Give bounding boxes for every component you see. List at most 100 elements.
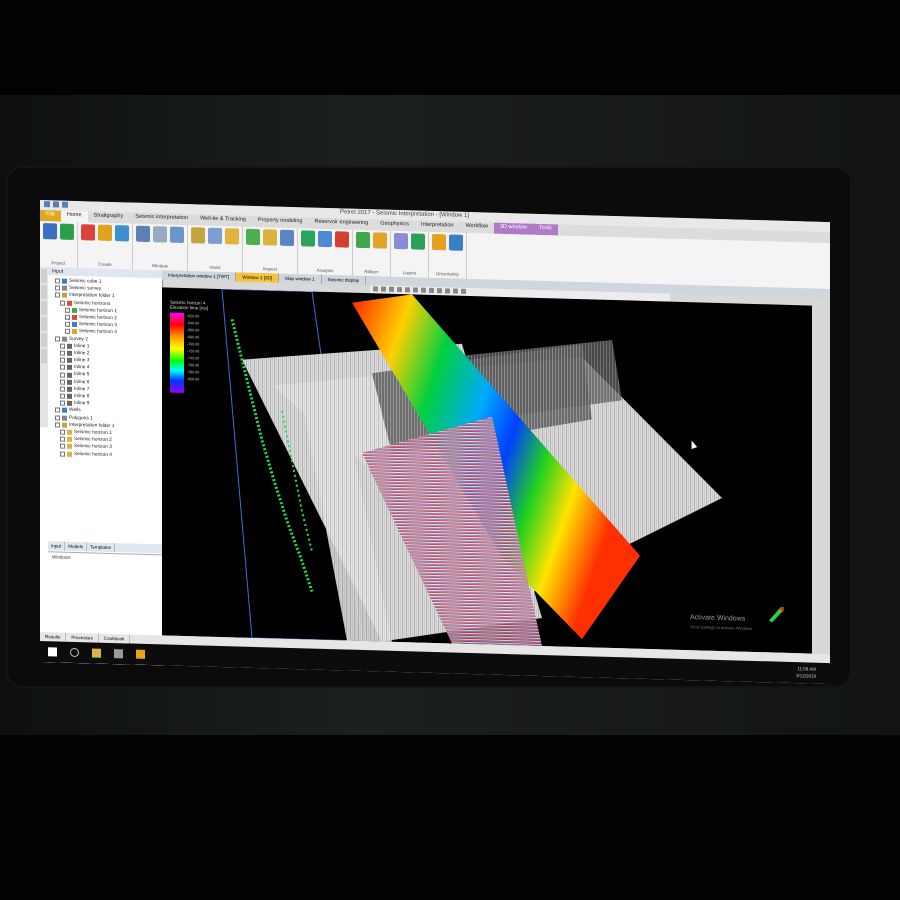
- vertical-tab[interactable]: [41, 333, 47, 348]
- ribbon-tool-icon[interactable]: [335, 231, 349, 248]
- document-tab[interactable]: Seismic display: [321, 274, 367, 286]
- 3d-viewport[interactable]: Seismic horizon 4 Elevation time [ms] -6…: [162, 287, 812, 654]
- search-icon[interactable]: [70, 647, 79, 658]
- ribbon-tool-icon[interactable]: [411, 233, 425, 250]
- checkbox-icon[interactable]: [60, 386, 65, 392]
- petrel-app-icon[interactable]: [136, 649, 145, 659]
- checkbox-icon[interactable]: [55, 415, 60, 421]
- view-tool-icon[interactable]: [405, 287, 410, 293]
- ribbon-tab[interactable]: Tools: [532, 223, 558, 236]
- ribbon-tool-icon[interactable]: [301, 230, 315, 247]
- lower-pane-tab[interactable]: Templates: [87, 542, 115, 553]
- taskbar-clock[interactable]: 11:08 AM 3/12/2019: [796, 665, 816, 680]
- clock-date: 3/12/2019: [795, 673, 816, 679]
- redo-icon[interactable]: [62, 201, 68, 208]
- ribbon-group-label: Project: [51, 260, 66, 266]
- ribbon-tool-icon[interactable]: [280, 229, 294, 247]
- checkbox-icon[interactable]: [55, 422, 60, 428]
- checkbox-icon[interactable]: [60, 451, 65, 457]
- ribbon-tool-icon[interactable]: [60, 223, 74, 240]
- vertical-tab[interactable]: [41, 349, 47, 364]
- ribbon-tool-icon[interactable]: [449, 234, 463, 251]
- checkbox-icon[interactable]: [60, 379, 65, 385]
- ribbon-tool-icon[interactable]: [246, 228, 260, 246]
- checkbox-icon[interactable]: [55, 285, 60, 291]
- ribbon-tool-icon[interactable]: [356, 231, 370, 249]
- checkbox-icon[interactable]: [60, 429, 65, 435]
- document-tab[interactable]: Window 1 [3D]: [236, 272, 280, 283]
- checkbox-icon[interactable]: [65, 314, 70, 320]
- lower-pane-tab[interactable]: Models: [65, 541, 88, 552]
- undo-icon[interactable]: [53, 201, 59, 208]
- view-tool-icon[interactable]: [389, 286, 394, 292]
- ribbon-group: Analysis: [298, 228, 353, 276]
- checkbox-icon[interactable]: [60, 443, 65, 450]
- ribbon-group-label: Analysis: [316, 267, 334, 274]
- view-tool-icon[interactable]: [373, 286, 378, 292]
- lower-pane-tab[interactable]: Input: [48, 541, 66, 551]
- ribbon-group-buttons: [43, 223, 74, 240]
- ribbon-tool-icon[interactable]: [136, 225, 150, 243]
- view-tool-icon[interactable]: [437, 288, 442, 294]
- view-tool-icon[interactable]: [381, 286, 386, 292]
- ribbon-tool-icon[interactable]: [432, 233, 446, 251]
- checkbox-icon[interactable]: [60, 393, 65, 399]
- ribbon-tool-icon[interactable]: [115, 225, 129, 242]
- ribbon-tool-icon[interactable]: [263, 229, 277, 246]
- left-explorer-pane: Input Seismic cube 1 Seismic survey Interp…: [40, 267, 163, 685]
- checkbox-icon[interactable]: [55, 336, 60, 342]
- ribbon-tool-icon[interactable]: [170, 226, 184, 244]
- checkbox-icon[interactable]: [60, 350, 65, 356]
- document-tab[interactable]: Interpretation window 1 [TWT]: [162, 270, 237, 282]
- ribbon-tool-icon[interactable]: [208, 227, 222, 245]
- checkbox-icon[interactable]: [65, 321, 70, 328]
- ribbon-tool-icon[interactable]: [81, 224, 95, 241]
- checkbox-icon[interactable]: [60, 343, 65, 349]
- file-explorer-icon[interactable]: [92, 648, 101, 658]
- store-icon[interactable]: [114, 649, 123, 659]
- ribbon-tab[interactable]: Home: [60, 210, 88, 223]
- ribbon-tool-icon[interactable]: [43, 223, 57, 240]
- view-tool-icon[interactable]: [413, 287, 418, 293]
- ribbon-tool-icon[interactable]: [394, 232, 408, 250]
- view-tool-icon[interactable]: [453, 288, 458, 294]
- checkbox-icon[interactable]: [65, 307, 70, 313]
- checkbox-icon[interactable]: [60, 300, 65, 306]
- ribbon-group: Insert: [188, 225, 243, 273]
- ribbon-group-buttons: [81, 224, 129, 242]
- checkbox-icon[interactable]: [55, 292, 60, 299]
- checkbox-icon[interactable]: [60, 372, 65, 378]
- ribbon-tool-icon[interactable]: [98, 224, 112, 242]
- ribbon-group-label: Window: [151, 263, 168, 269]
- save-icon[interactable]: [44, 201, 50, 208]
- checkbox-icon[interactable]: [55, 278, 60, 284]
- vertical-tab[interactable]: [41, 301, 47, 316]
- checkbox-icon[interactable]: [60, 364, 65, 371]
- ribbon-tool-icon[interactable]: [225, 228, 239, 245]
- view-tool-icon[interactable]: [397, 286, 402, 293]
- vertical-tab[interactable]: [41, 317, 47, 332]
- checkbox-icon[interactable]: [60, 357, 65, 363]
- view-tool-icon[interactable]: [421, 287, 426, 293]
- ribbon-tool-icon[interactable]: [191, 227, 205, 244]
- windows-pane-title: Windows: [52, 554, 71, 560]
- ribbon-tool-icon[interactable]: [373, 232, 387, 249]
- checkbox-icon[interactable]: [60, 400, 65, 406]
- windows-start-icon[interactable]: [48, 647, 57, 657]
- ribbon-tool-icon[interactable]: [318, 230, 332, 248]
- tree-item-icon: [62, 293, 67, 299]
- checkbox-icon[interactable]: [55, 407, 60, 414]
- checkbox-icon[interactable]: [60, 436, 65, 442]
- view-tool-icon[interactable]: [461, 288, 466, 294]
- vertical-tab[interactable]: [41, 285, 47, 300]
- ribbon-tab[interactable]: File: [40, 210, 61, 222]
- document-tab[interactable]: Map window 1: [279, 273, 322, 284]
- tree-item-icon: [67, 451, 72, 457]
- ribbon-tool-icon[interactable]: [153, 226, 167, 243]
- vertical-tab[interactable]: [41, 269, 47, 284]
- view-tool-icon[interactable]: [429, 287, 434, 294]
- view-tool-icon[interactable]: [445, 288, 450, 294]
- tree-item-icon: [67, 365, 72, 371]
- tree-item-icon: [67, 386, 72, 392]
- checkbox-icon[interactable]: [65, 329, 70, 335]
